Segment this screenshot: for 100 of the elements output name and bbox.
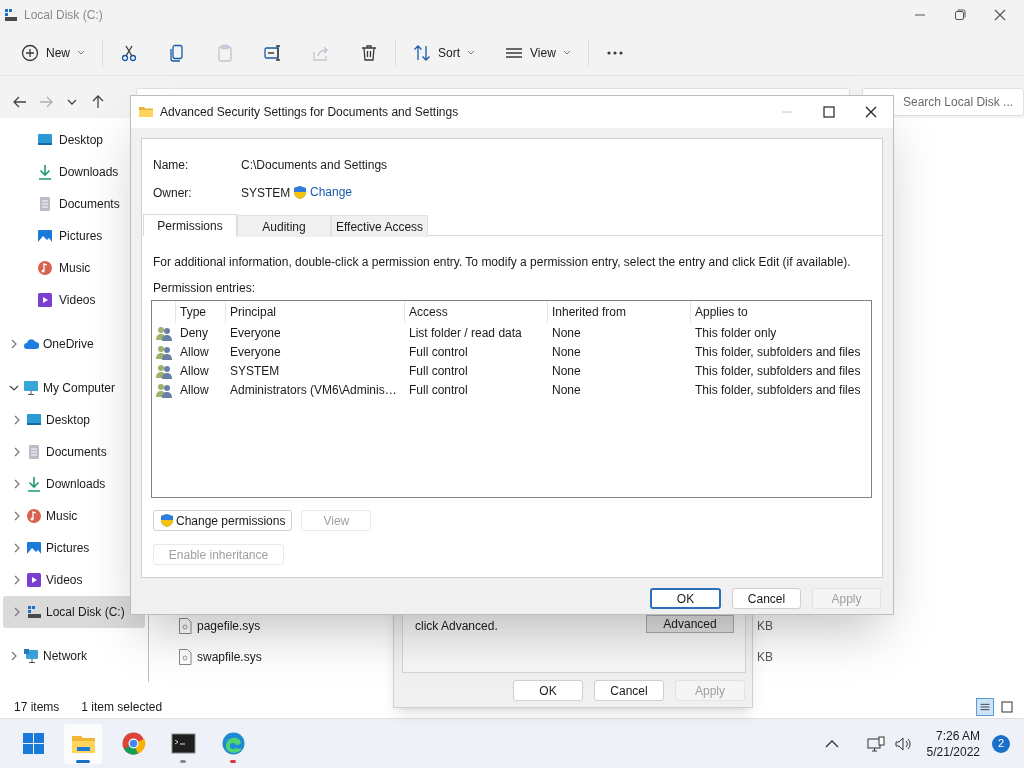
rename-icon <box>264 43 282 62</box>
table-cell-text: Full control <box>408 381 469 399</box>
sidebar-item[interactable]: Music <box>0 252 148 284</box>
column-header[interactable]: Type <box>175 301 225 323</box>
column-header[interactable]: Inherited from <box>547 301 690 323</box>
picture-icon <box>37 228 53 244</box>
table-cell-text: SYSTEM <box>229 362 281 380</box>
disk-icon <box>4 8 18 22</box>
sidebar-item[interactable]: Desktop <box>0 124 148 156</box>
document-icon <box>37 196 53 212</box>
table-cell-text: KB <box>757 618 773 635</box>
info-text: For additional information, double-click a permission entry. To modify a permission entry, select the entry and click Edit (if available). <box>153 254 851 271</box>
table-cell-text: None <box>551 343 582 361</box>
running-indicator <box>180 759 186 763</box>
advanced-button[interactable]: Advanced <box>646 615 734 633</box>
tab[interactable]: Effective Access <box>331 215 428 237</box>
tree-item[interactable]: Local Disk (C:) <box>3 596 145 628</box>
notification-badge[interactable]: 2 <box>992 734 1010 753</box>
tree-item[interactable]: Documents <box>3 436 145 468</box>
dialog-button[interactable]: Cancel <box>594 680 664 701</box>
tree-item[interactable]: Desktop <box>3 404 145 436</box>
tree-item[interactable]: OneDrive <box>3 328 145 360</box>
music-note-icon <box>26 508 42 524</box>
chevron-up-icon[interactable] <box>824 738 839 749</box>
table-cell-text: Everyone <box>229 343 282 361</box>
dialog-button[interactable]: OK <box>650 588 721 609</box>
restore-icon[interactable] <box>954 9 966 21</box>
chevron-down-icon[interactable] <box>9 383 19 393</box>
action-button[interactable]: Change permissions <box>153 510 293 531</box>
users-icon <box>155 362 172 379</box>
back-arrow-icon[interactable] <box>12 94 28 110</box>
entries-label: Permission entries: <box>153 280 256 297</box>
more-icon <box>605 50 624 55</box>
table-cell-text: None <box>551 362 582 380</box>
toolbar-button[interactable]: Sort <box>404 36 485 69</box>
tiles-view-button[interactable] <box>998 698 1016 716</box>
table-cell-text: Allow <box>179 362 210 380</box>
dialog-button[interactable]: Cancel <box>732 588 801 609</box>
column-header[interactable]: Applies to <box>690 301 870 323</box>
chevron-right-icon[interactable] <box>12 415 22 425</box>
name-value: C:\Documents and Settings <box>241 157 388 174</box>
chevron-right-icon[interactable] <box>12 511 22 521</box>
instruction-text: click Advanced. <box>415 618 498 635</box>
tab[interactable]: Permissions <box>143 214 237 236</box>
terminal-icon <box>170 731 196 756</box>
column-header[interactable]: Principal <box>225 301 404 323</box>
cloud-icon <box>23 336 39 352</box>
clipboard-icon <box>216 43 234 62</box>
details-view-button[interactable] <box>976 698 994 716</box>
tree-item[interactable]: Network <box>3 640 145 672</box>
chevron-right-icon[interactable] <box>12 479 22 489</box>
table-cell-text: Allow <box>179 381 210 399</box>
name-label: Name: <box>153 157 189 174</box>
table-cell-text: KB <box>757 649 773 666</box>
sidebar-item[interactable]: Videos <box>0 284 148 316</box>
window-title: Local Disk (C:) <box>24 7 103 24</box>
close-icon[interactable] <box>865 106 877 118</box>
owner-label: Owner: <box>153 185 192 202</box>
network-icon[interactable] <box>866 735 885 752</box>
close-icon[interactable] <box>994 9 1006 21</box>
chevron-right-icon[interactable] <box>12 575 22 585</box>
square-view-icon <box>998 698 1016 716</box>
tree-item[interactable]: Pictures <box>3 532 145 564</box>
chevron-right-icon[interactable] <box>9 651 19 661</box>
table-cell-text: None <box>551 324 582 342</box>
tree-item[interactable]: My Computer <box>3 372 145 404</box>
document-icon <box>26 444 42 460</box>
monitor-icon <box>26 412 42 428</box>
tree-item[interactable]: Videos <box>3 564 145 596</box>
table-cell-text: Everyone <box>229 324 282 342</box>
film-icon <box>26 572 42 588</box>
tree-item[interactable]: Music <box>3 500 145 532</box>
tab[interactable]: Auditing <box>237 215 331 237</box>
owner-value: SYSTEM <box>241 185 291 202</box>
toolbar-button[interactable]: New <box>12 36 94 69</box>
table-cell-text: Administrators (VM6\Adminis… <box>229 381 398 399</box>
table-cell-text: This folder, subfolders and files <box>694 381 862 399</box>
table-cell-text: This folder only <box>694 324 778 342</box>
chevron-right-icon[interactable] <box>12 543 22 553</box>
table-cell-text: Full control <box>408 343 469 361</box>
table-cell-text: Deny <box>179 324 209 342</box>
table-cell-text: None <box>551 381 582 399</box>
column-header[interactable]: Access <box>404 301 547 323</box>
dialog-button[interactable]: OK <box>513 680 583 701</box>
picture-icon <box>26 540 42 556</box>
change-link[interactable]: Change <box>293 183 353 201</box>
table-cell-text: This folder, subfolders and files <box>694 362 862 380</box>
chevron-right-icon[interactable] <box>12 447 22 457</box>
tree-item[interactable]: Downloads <box>3 468 145 500</box>
dialog-title: Advanced Security Settings for Documents and Settings <box>160 104 459 121</box>
chevron-right-icon[interactable] <box>9 339 19 349</box>
maximize-icon[interactable] <box>823 106 835 118</box>
table-cell-text: Full control <box>408 362 469 380</box>
toolbar-button[interactable]: View <box>496 36 580 69</box>
chevron-right-icon[interactable] <box>12 607 22 617</box>
speaker-icon[interactable] <box>894 735 913 752</box>
up-arrow-icon[interactable] <box>90 94 106 110</box>
browser-icon <box>220 731 246 756</box>
computer-icon <box>23 380 39 396</box>
sidebar-item[interactable]: Downloads <box>0 156 148 188</box>
